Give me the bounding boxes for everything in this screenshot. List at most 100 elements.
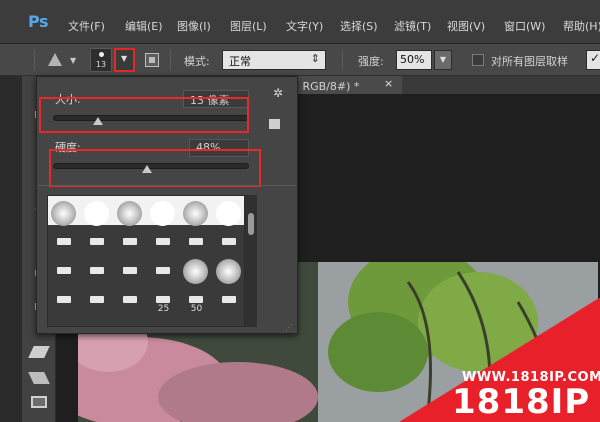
brush-tip-icon: [222, 238, 236, 245]
brush-tip-icon: [90, 267, 104, 274]
brush-preset-size: 25: [157, 304, 170, 314]
brush-tip-icon: [222, 296, 236, 303]
brush-preset-cell[interactable]: [48, 228, 81, 257]
updown-arrow-icon: ⇕: [310, 52, 320, 65]
soft-round-brush-icon: [117, 201, 142, 226]
options-bar: ▼ 13 ▼ 模式: 正常 ⇕ 强度: 50% ▼ 对所有图层取样 ✓: [0, 44, 600, 76]
sample-all-layers-checkbox[interactable]: [472, 54, 484, 66]
hard-round-brush-icon: [216, 201, 241, 226]
brush-tip-icon: [57, 238, 71, 245]
brush-size-indicator: 13: [95, 60, 107, 69]
brush-preset-cell[interactable]: 25: [147, 286, 180, 315]
menu-select[interactable]: 选择(S): [340, 18, 378, 34]
resize-grip-icon[interactable]: ⋰: [285, 323, 293, 332]
hard-round-brush-icon: [84, 201, 109, 226]
brush-preset-cell[interactable]: [81, 286, 114, 315]
menu-type[interactable]: 文字(Y): [286, 18, 323, 34]
scrollbar-thumb[interactable]: [248, 213, 254, 235]
mode-label: 模式:: [184, 55, 210, 68]
menu-image[interactable]: 图像(I): [177, 18, 211, 34]
brush-tip-icon: [57, 267, 71, 274]
brush-preset-cell[interactable]: [213, 228, 244, 257]
menu-filter[interactable]: 滤镜(T): [394, 18, 431, 34]
brush-preset-cell[interactable]: [114, 228, 147, 257]
soft-round-brush-icon: [51, 201, 76, 226]
checkmark-icon[interactable]: ✓: [586, 50, 600, 70]
brush-preset-cell[interactable]: [147, 199, 180, 228]
brush-preset-cell[interactable]: [147, 228, 180, 257]
rectangle-tool-icon[interactable]: [31, 396, 47, 408]
hard-round-brush-icon: [150, 201, 175, 226]
strength-input[interactable]: 50%: [396, 50, 432, 70]
brush-preset-picker: 大小: 13 像素 ✲ 硬度: 48% 25 50 ⋰: [36, 76, 298, 334]
strength-slider-button[interactable]: ▼: [434, 50, 452, 70]
options-separator: [170, 50, 171, 70]
photoshop-window: Ps 文件(F) 编辑(E) 图像(I) 图层(L) 文字(Y) 选择(S) 滤…: [0, 0, 600, 422]
sharpen-tool-icon[interactable]: [48, 53, 62, 66]
options-grip: [34, 50, 35, 70]
document-tab-bar: 层 0, RGB/8#) * ×: [262, 76, 600, 94]
soft-round-brush-icon: [216, 259, 241, 284]
brush-tip-icon: [57, 296, 71, 303]
brush-preset-cell[interactable]: 50: [180, 286, 213, 315]
tool-preset-caret-icon[interactable]: ▼: [70, 56, 76, 65]
menu-bar: Ps 文件(F) 编辑(E) 图像(I) 图层(L) 文字(Y) 选择(S) 滤…: [0, 0, 600, 44]
watermark-brand: 1818IP: [452, 382, 591, 422]
brush-preset-cell[interactable]: [48, 286, 81, 315]
brush-preset-cell[interactable]: [213, 199, 244, 228]
brush-preset-grid: 25 50: [47, 195, 245, 327]
preset-scrollbar[interactable]: [245, 195, 257, 327]
menu-help[interactable]: 帮助(H): [563, 18, 600, 34]
brush-tip-icon: [123, 296, 137, 303]
brush-preset-cell[interactable]: [114, 199, 147, 228]
brush-tip-icon: [156, 296, 170, 303]
brush-picker-dropdown-button[interactable]: ▼: [114, 48, 135, 72]
brush-preset-preview[interactable]: 13: [90, 48, 112, 72]
menu-file[interactable]: 文件(F): [68, 18, 105, 34]
brush-tip-icon: [189, 238, 203, 245]
brush-tip-icon: [123, 238, 137, 245]
brush-preset-cell[interactable]: [180, 257, 213, 286]
brush-preset-cell[interactable]: [147, 257, 180, 286]
menu-layer[interactable]: 图层(L): [230, 18, 267, 34]
brush-preset-cell[interactable]: [180, 199, 213, 228]
hardness-highlight-box: [49, 149, 261, 187]
options-separator: [342, 50, 343, 70]
brush-preset-cell[interactable]: [213, 286, 244, 315]
menu-window[interactable]: 窗口(W): [504, 18, 545, 34]
soft-round-brush-icon: [183, 201, 208, 226]
new-preset-icon[interactable]: [269, 119, 280, 129]
menu-view[interactable]: 视图(V): [447, 18, 485, 34]
eraser-tool-icon[interactable]: [28, 372, 50, 384]
mode-value: 正常: [229, 55, 251, 68]
sample-all-layers-label: 对所有图层取样: [491, 55, 568, 68]
brush-tip-icon: [189, 296, 203, 303]
size-highlight-box: [39, 97, 249, 133]
brush-preset-cell[interactable]: [180, 228, 213, 257]
brush-preset-cell[interactable]: [48, 199, 81, 228]
mode-select[interactable]: 正常 ⇕: [222, 50, 326, 70]
gear-icon[interactable]: ✲: [273, 86, 283, 100]
brush-preset-size: 50: [190, 304, 203, 314]
brush-tip-icon: [90, 296, 104, 303]
brush-tip-icon: [123, 267, 137, 274]
brush-preset-cell[interactable]: [81, 199, 114, 228]
brush-panel-toggle-icon[interactable]: [145, 53, 159, 67]
brush-tip-icon: [156, 238, 170, 245]
brush-preset-cell[interactable]: [114, 257, 147, 286]
brush-tip-icon: [90, 238, 104, 245]
brush-tip-icon: [99, 52, 104, 57]
brush-preset-cell[interactable]: [114, 286, 147, 315]
brush-tip-icon: [156, 267, 170, 274]
photoshop-logo: Ps: [28, 12, 48, 31]
close-icon[interactable]: ×: [384, 77, 393, 90]
menu-edit[interactable]: 编辑(E): [125, 18, 163, 34]
soft-round-brush-icon: [183, 259, 208, 284]
brush-preset-cell[interactable]: [213, 257, 244, 286]
brush-preset-cell[interactable]: [48, 257, 81, 286]
pen-tool-icon[interactable]: [28, 346, 50, 358]
brush-preset-cell[interactable]: [81, 257, 114, 286]
strength-label: 强度:: [358, 55, 384, 68]
brush-preset-cell[interactable]: [81, 228, 114, 257]
chevron-down-icon: ▼: [121, 54, 128, 63]
